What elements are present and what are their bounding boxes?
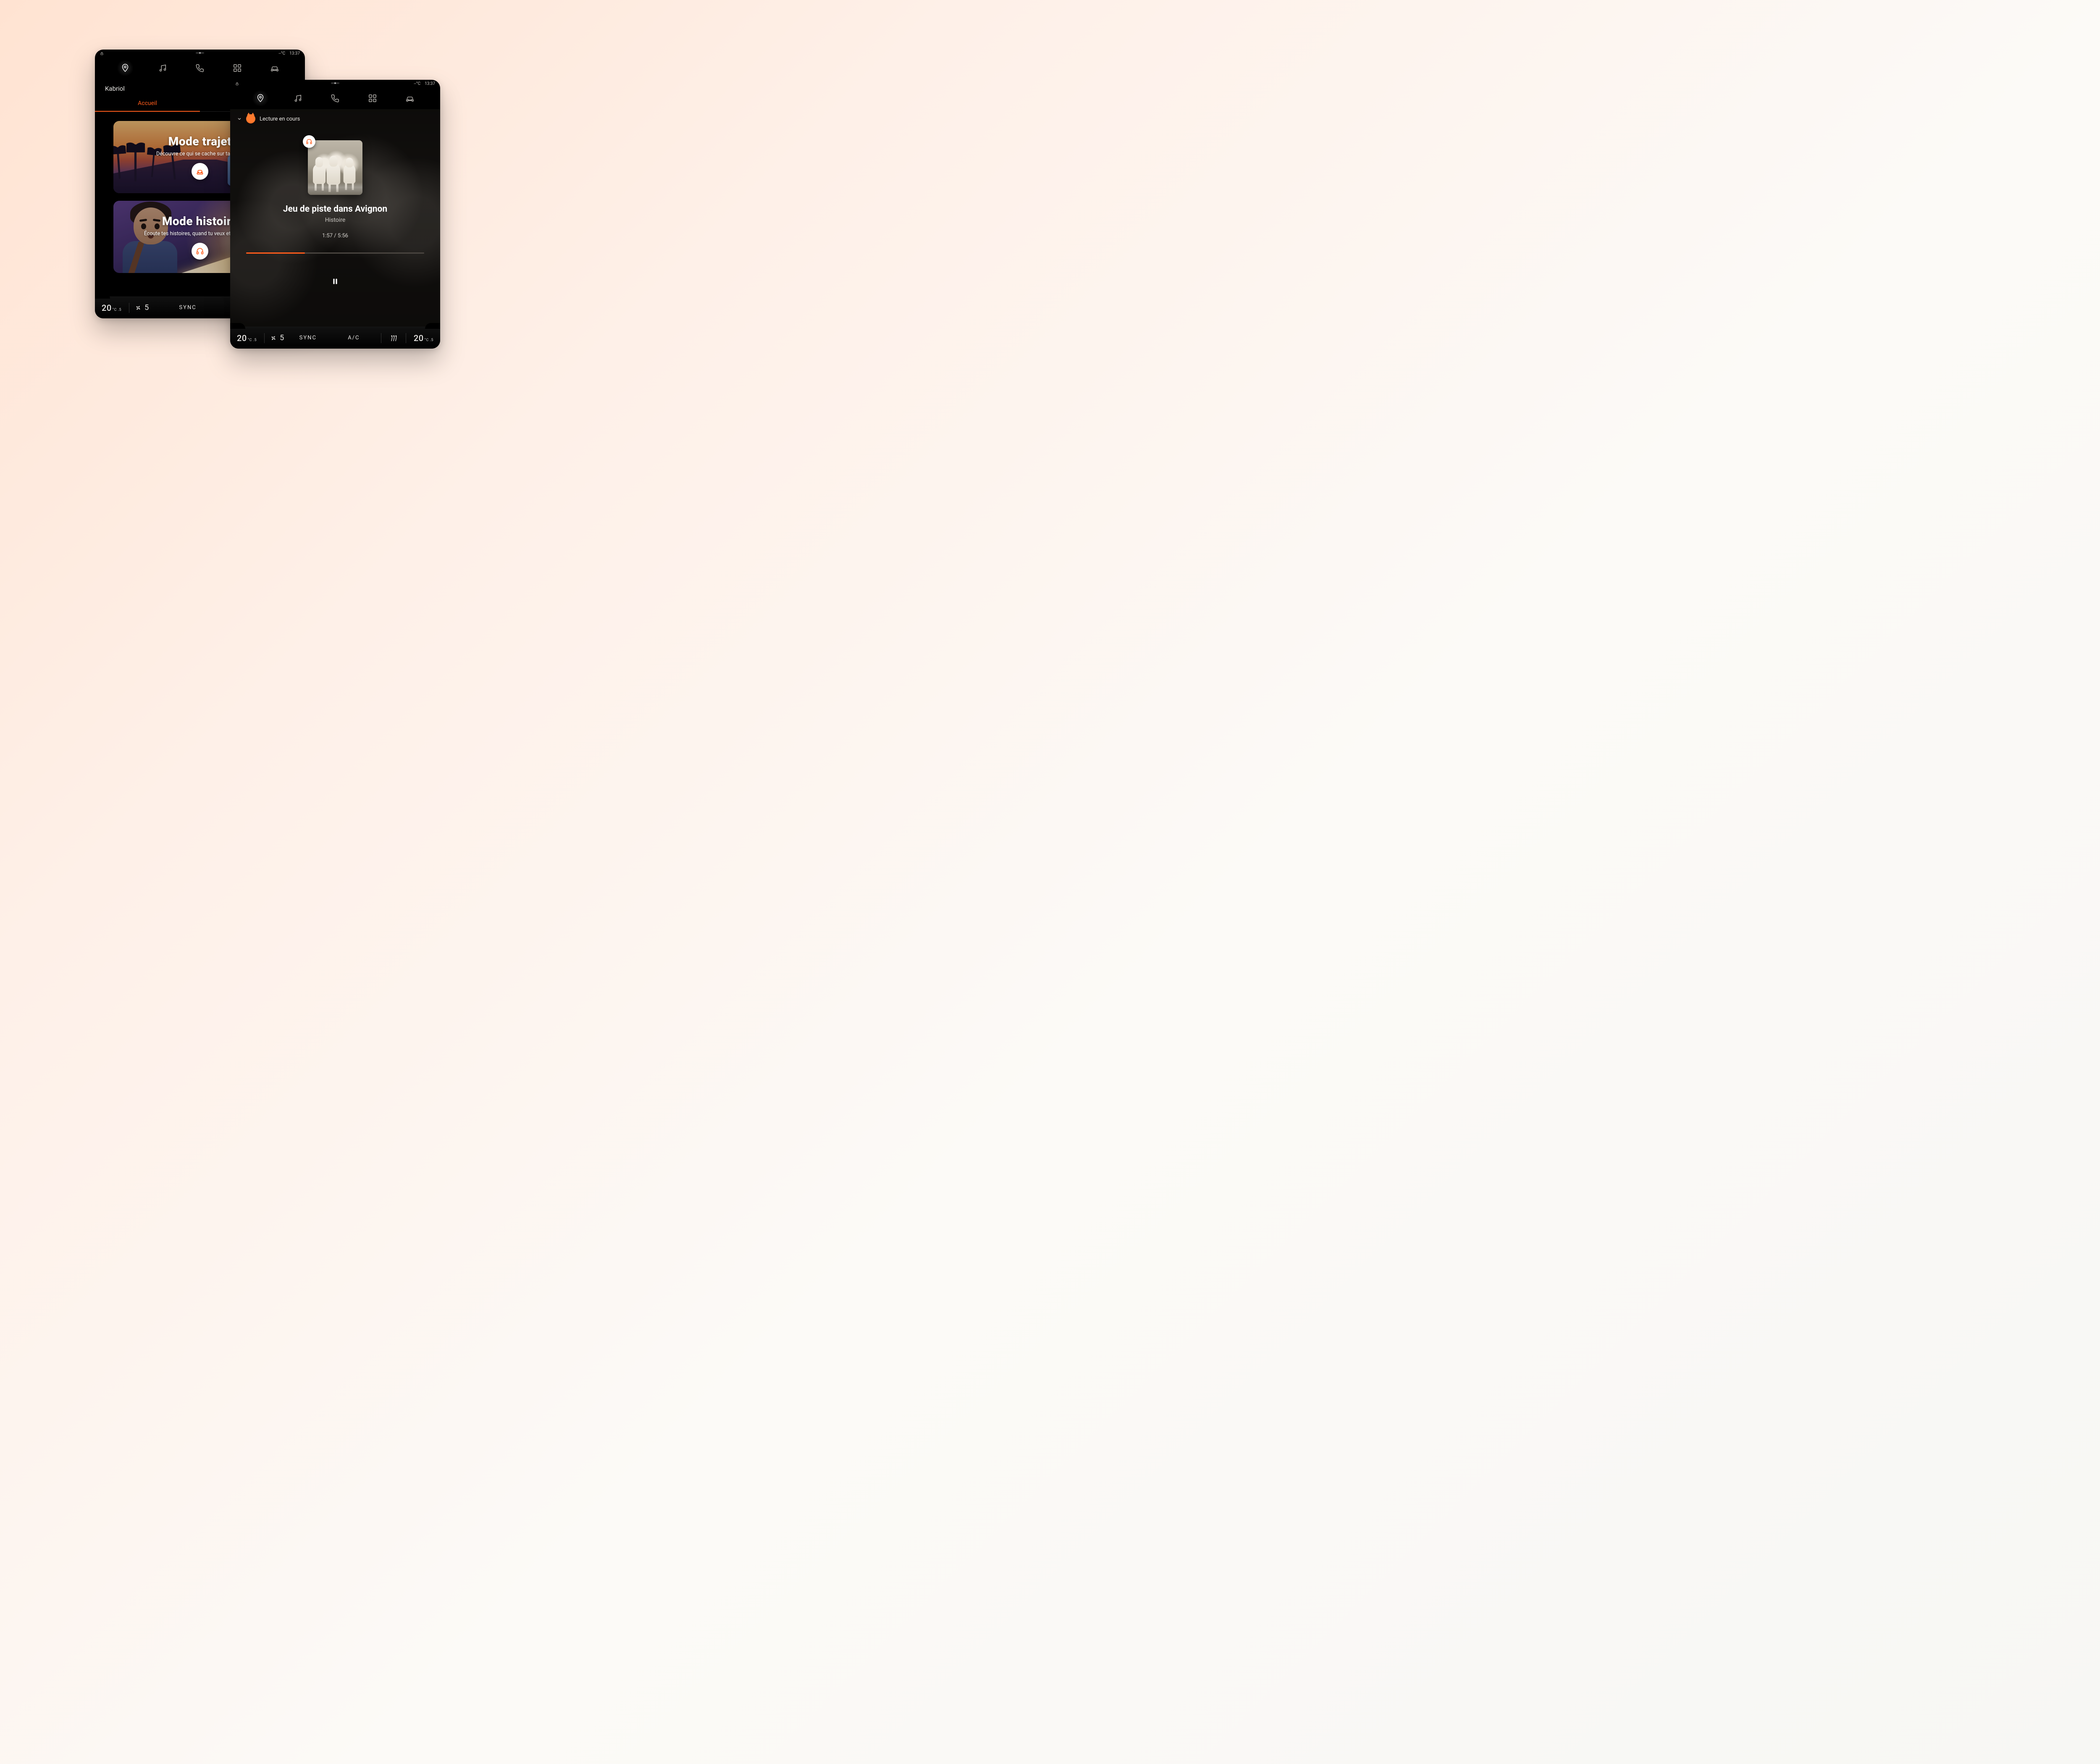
chevron-down-icon[interactable] <box>237 116 242 121</box>
card-chip <box>192 243 208 260</box>
card-chip <box>192 163 208 180</box>
car-front-icon <box>196 167 204 176</box>
climate-temp-left-unit: °C .5 <box>113 308 121 312</box>
nav-location[interactable] <box>117 60 134 76</box>
climate-bar: 20 °C .5 5 SYNC A/C 20 °C .5 <box>230 327 440 349</box>
camera-notch <box>331 82 339 84</box>
headphones-icon <box>306 138 312 145</box>
pause-icon <box>331 277 340 286</box>
status-temp: --°C <box>414 81 420 86</box>
device-player-screen: --°C 13:37 Lecture en cou <box>230 80 440 349</box>
climate-sync-button[interactable]: SYNC <box>151 304 225 311</box>
nav-location[interactable] <box>252 90 269 107</box>
cover-art <box>308 140 362 195</box>
seat-heat-icon[interactable] <box>386 334 401 342</box>
now-playing-header: Lecture en cours <box>230 109 440 129</box>
climate-sync-button[interactable]: SYNC <box>286 335 330 341</box>
track-time: 1:57 / 5:56 <box>230 233 440 239</box>
status-bar: --°C 13:37 <box>95 50 305 57</box>
nav-music[interactable] <box>289 90 306 107</box>
climate-temp-right[interactable]: 20 °C .5 <box>411 333 436 343</box>
climate-fan[interactable]: 5 <box>270 333 284 342</box>
card-title: Mode trajet <box>168 134 231 148</box>
status-time: 13:37 <box>289 51 300 56</box>
card-title: Mode histoire <box>162 214 238 228</box>
nav-car[interactable] <box>266 60 283 76</box>
status-bar: --°C 13:37 <box>230 80 440 87</box>
tab-accueil[interactable]: Accueil <box>95 96 200 112</box>
progress-bar[interactable] <box>246 252 424 254</box>
nav-music[interactable] <box>154 60 171 76</box>
climate-temp-left-unit: °C .5 <box>248 339 257 342</box>
climate-temp-left-value: 20 <box>102 303 112 313</box>
fan-icon <box>270 334 277 342</box>
status-time: 13:37 <box>425 81 435 86</box>
nav-phone[interactable] <box>192 60 208 76</box>
climate-temp-left[interactable]: 20 °C .5 <box>234 333 259 343</box>
track-category: Histoire <box>230 217 440 223</box>
climate-temp-left-value: 20 <box>237 333 247 343</box>
climate-temp-right-unit: °C .5 <box>425 339 433 342</box>
nav-phone[interactable] <box>327 90 344 107</box>
climate-fan-level: 5 <box>144 303 149 312</box>
top-nav <box>95 57 305 79</box>
climate-fan[interactable]: 5 <box>134 303 149 312</box>
nav-apps[interactable] <box>364 90 381 107</box>
cover-badge <box>303 135 315 148</box>
progress-fill <box>246 252 305 254</box>
lock-icon <box>235 82 239 86</box>
lock-icon <box>100 52 104 55</box>
status-temp: --°C <box>278 51 285 56</box>
app-logo-icon <box>246 114 255 123</box>
now-playing-label: Lecture en cours <box>260 116 300 122</box>
camera-notch <box>196 52 204 54</box>
climate-fan-level: 5 <box>280 333 284 342</box>
climate-temp-right-value: 20 <box>414 333 424 343</box>
track-title: Jeu de piste dans Avignon <box>230 204 440 214</box>
climate-temp-left[interactable]: 20 °C .5 <box>99 303 124 313</box>
top-nav <box>230 87 440 109</box>
pause-button[interactable] <box>326 272 344 291</box>
nav-car[interactable] <box>402 90 418 107</box>
fan-icon <box>134 304 142 312</box>
climate-ac-button[interactable]: A/C <box>332 335 376 341</box>
headphones-icon <box>196 247 204 255</box>
nav-apps[interactable] <box>229 60 246 76</box>
